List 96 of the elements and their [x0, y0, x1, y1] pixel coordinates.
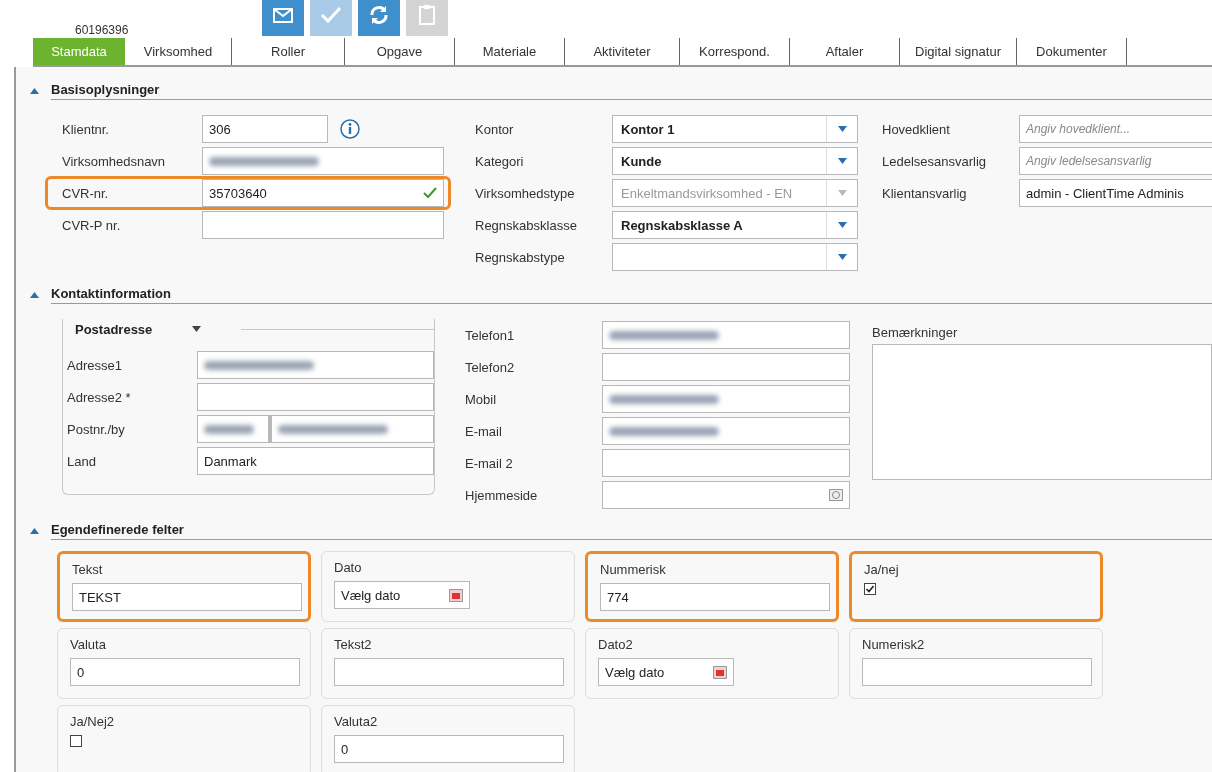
caret-icon [837, 222, 847, 228]
input-field[interactable] [602, 449, 850, 477]
field-label: Land [67, 453, 97, 469]
field-label: Telefon2 [465, 359, 516, 375]
field-label: Bemærkninger [872, 325, 959, 340]
field-label: Regnskabstype [475, 249, 566, 265]
input-field[interactable]: Vælg dato [334, 581, 470, 609]
caret-icon [192, 326, 202, 332]
field-label: Valuta2 [334, 714, 379, 729]
input-field[interactable]: 0 [334, 735, 564, 763]
field-label: Tekst [72, 562, 104, 577]
input-field[interactable] [602, 353, 850, 381]
field-label: Adresse1 [67, 357, 123, 373]
field-label: Virksomhedstype [475, 185, 576, 201]
tab[interactable]: Opgave [345, 38, 455, 65]
field-label: Regnskabsklasse [475, 217, 578, 233]
checkbox[interactable] [864, 583, 876, 595]
input-field[interactable]: admin - ClientTime Adminis [1019, 179, 1212, 207]
input-field[interactable] [602, 321, 850, 349]
dropdown[interactable]: Kunde [612, 147, 858, 175]
input-field[interactable] [862, 658, 1092, 686]
input-field[interactable]: Danmark [197, 447, 434, 475]
dropdown[interactable]: Regnskabsklasse A [612, 211, 858, 239]
collapse-arrow-icon[interactable] [30, 292, 39, 298]
tab[interactable]: Dokumenter [1017, 38, 1127, 65]
input-field[interactable]: Angiv ledelsesansvarlig [1019, 147, 1212, 175]
field-label: Adresse2 * [67, 389, 132, 405]
toolbar-button[interactable] [262, 0, 304, 36]
field-label: E-mail [465, 423, 503, 439]
input-field[interactable]: 774 [600, 583, 830, 611]
input-field[interactable] [202, 211, 444, 239]
field-label: Postnr./by [67, 421, 126, 437]
field-label: Virksomhedsnavn [62, 153, 167, 169]
field-label: Telefon1 [465, 327, 516, 343]
field-label: Ledelsesansvarlig [882, 153, 988, 169]
group-title[interactable]: Postadresse [63, 321, 153, 337]
field-label: Klientnr. [62, 121, 110, 137]
toolbar-button[interactable] [358, 0, 400, 36]
collapse-arrow-icon[interactable] [30, 88, 39, 94]
toolbar-button[interactable] [310, 0, 352, 36]
section-title: Kontaktinformation [51, 286, 1212, 304]
client-number: 60196396 [75, 23, 130, 38]
field-label: Ja/nej [864, 562, 900, 577]
input-field[interactable] [197, 351, 434, 379]
info-icon[interactable] [340, 119, 360, 139]
tab[interactable]: Materiale [455, 38, 565, 65]
field-label: Dato2 [598, 637, 634, 652]
input-field[interactable]: Angiv hovedklient... [1019, 115, 1212, 143]
field-label: E-mail 2 [465, 455, 514, 471]
field-label: Ja/Nej2 [70, 714, 116, 729]
caret-icon [837, 158, 847, 164]
input-field[interactable] [602, 417, 850, 445]
section-title: Basisoplysninger [51, 82, 1212, 100]
input-field[interactable]: 35703640 [202, 179, 444, 207]
tab[interactable]: Aktiviteter [565, 38, 680, 65]
tab[interactable]: Roller [232, 38, 345, 65]
tab[interactable]: Korrespond. [680, 38, 790, 65]
input-field[interactable]: 0 [70, 658, 300, 686]
section-title: Egendefinerede felter [51, 522, 1212, 540]
tab[interactable]: Digital signatur [900, 38, 1017, 65]
tab[interactable]: Virksomhed [125, 38, 232, 65]
field-label: CVR-P nr. [62, 217, 122, 233]
input-field[interactable] [602, 385, 850, 413]
input-field[interactable]: Vælg dato [598, 658, 734, 686]
field-label: Valuta [70, 637, 107, 652]
field-label: Hjemmeside [465, 487, 539, 503]
globe-icon[interactable] [829, 489, 843, 501]
input-field[interactable]: 306 [202, 115, 328, 143]
field-label: Dato [334, 560, 363, 575]
input-field[interactable] [202, 147, 444, 175]
caret-icon [837, 254, 847, 260]
notes-field[interactable] [872, 344, 1212, 480]
checkbox[interactable] [70, 735, 82, 747]
caret-icon [837, 126, 847, 132]
input-field[interactable] [269, 415, 434, 443]
field-label: Klientansvarlig [882, 185, 968, 201]
field-label: Numerisk2 [862, 637, 926, 652]
input-field[interactable] [334, 658, 564, 686]
field-label: Nummerisk [600, 562, 667, 577]
field-label: CVR-nr. [62, 185, 110, 201]
input-field[interactable] [197, 415, 269, 443]
collapse-arrow-icon[interactable] [30, 528, 39, 534]
tab[interactable]: Aftaler [790, 38, 900, 65]
dropdown[interactable]: Kontor 1 [612, 115, 858, 143]
field-label: Hovedklient [882, 121, 951, 137]
input-field[interactable] [197, 383, 434, 411]
field-label: Kontor [475, 121, 515, 137]
field-label: Mobil [465, 391, 498, 407]
input-field[interactable] [602, 481, 850, 509]
input-field[interactable]: TEKST [72, 583, 302, 611]
field-label: Tekst2 [334, 637, 373, 652]
field-label: Kategori [475, 153, 525, 169]
dropdown[interactable] [612, 243, 858, 271]
calendar-icon[interactable] [449, 588, 463, 602]
calendar-icon[interactable] [713, 665, 727, 679]
caret-icon [837, 190, 847, 196]
